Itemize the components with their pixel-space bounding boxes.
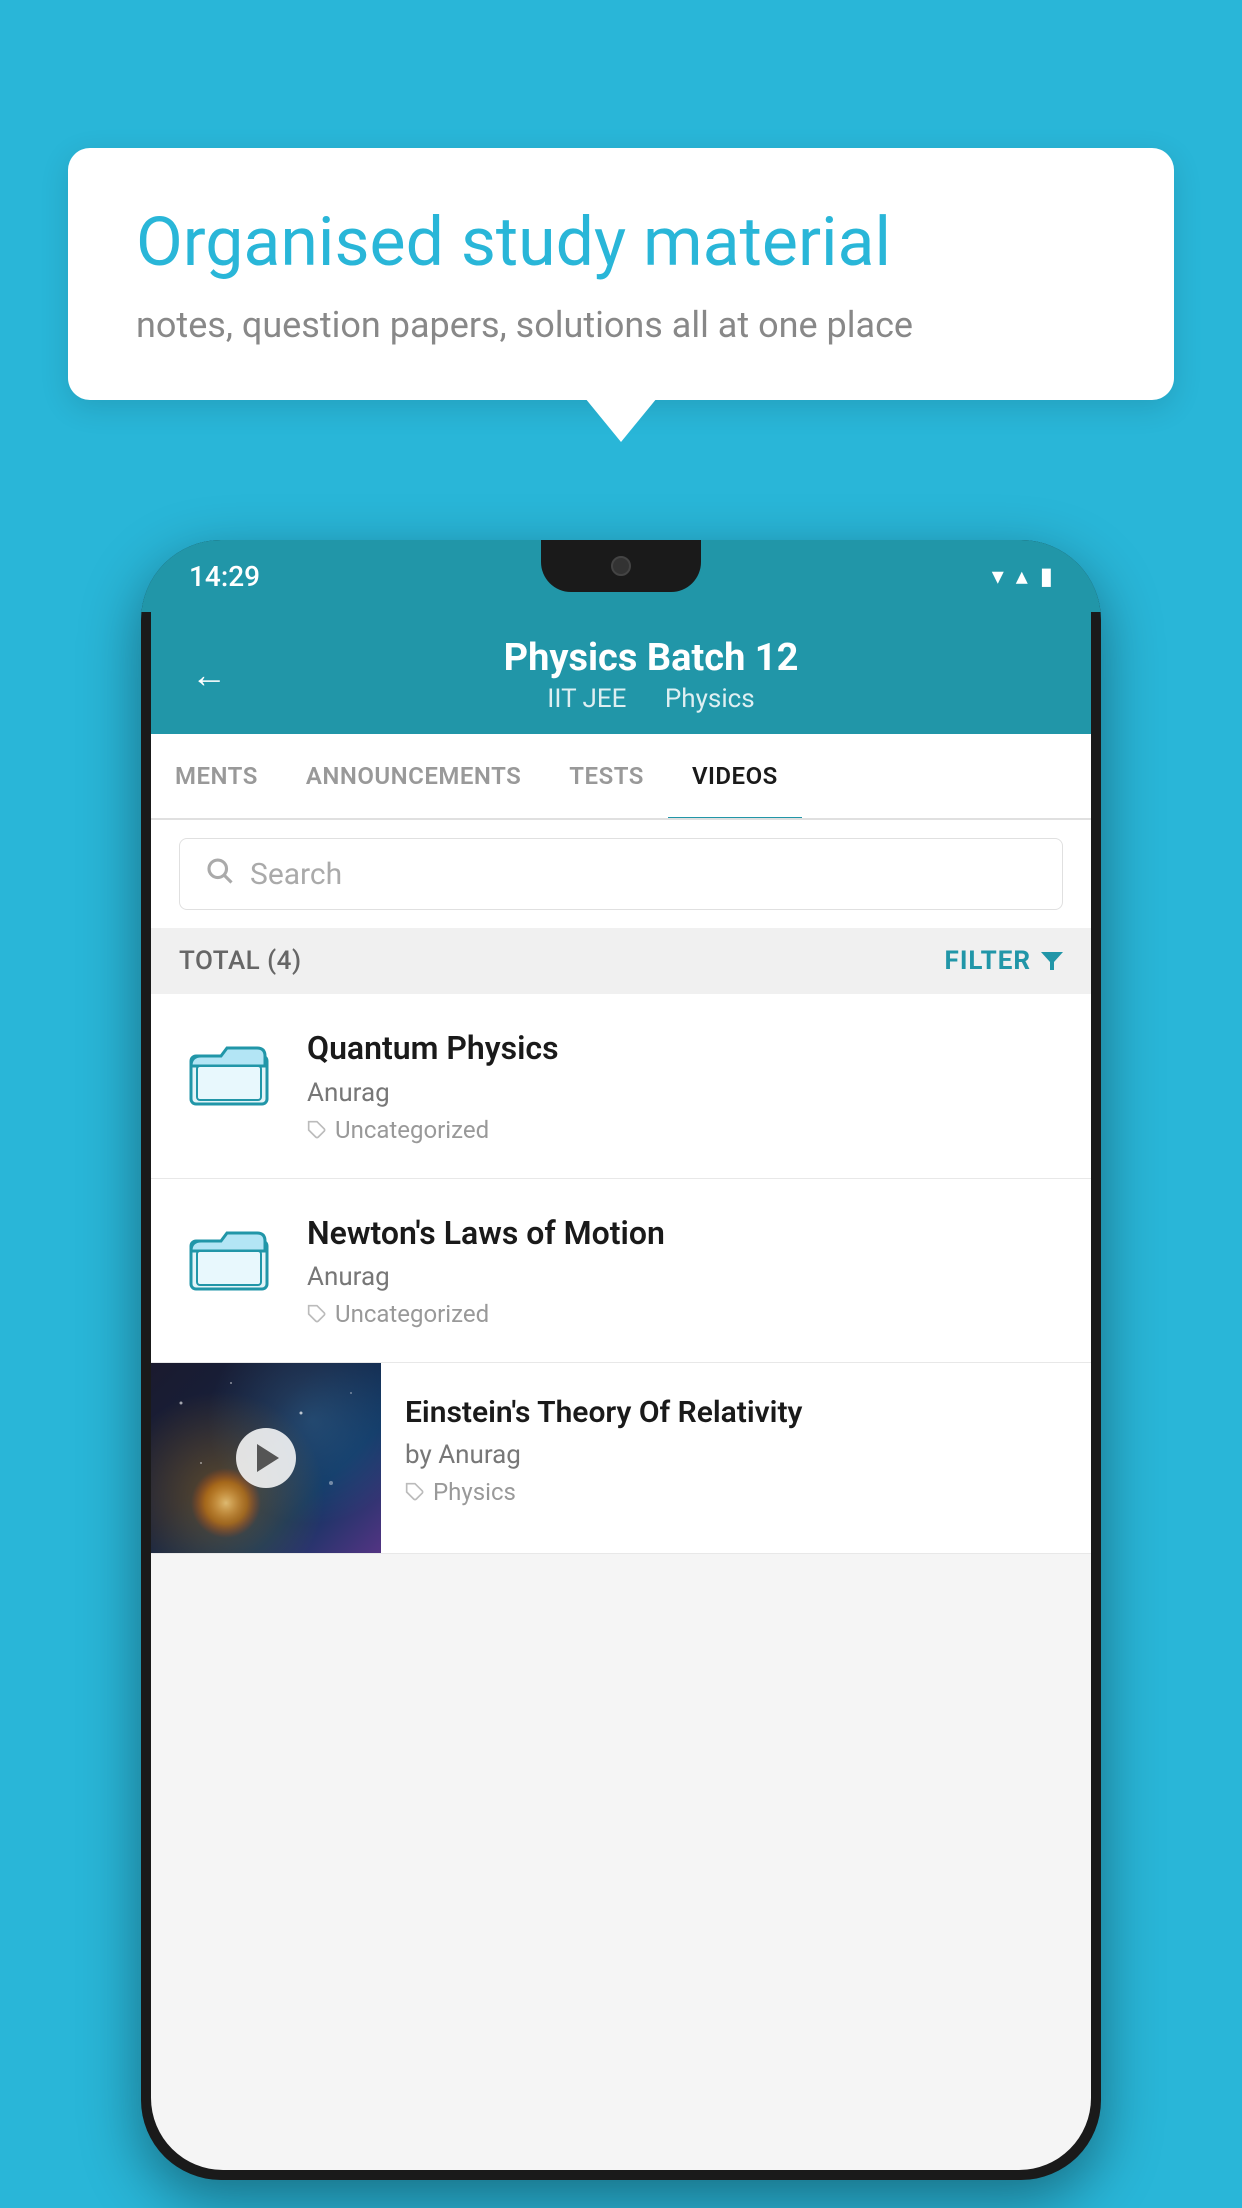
wifi-icon: ▾ [992,562,1004,590]
phone-screen: ← Physics Batch 12 IIT JEE Physics MENTS… [151,612,1091,2170]
filter-label: FILTER [945,946,1031,976]
video-title-1: Quantum Physics [307,1028,1063,1070]
search-placeholder: Search [250,857,342,892]
status-time: 14:29 [189,560,260,593]
battery-icon: ▮ [1040,562,1053,590]
signal-icon: ▴ [1016,562,1028,590]
play-icon [257,1444,279,1472]
search-bar[interactable]: Search [179,838,1063,910]
tab-announcements[interactable]: ANNOUNCEMENTS [282,734,545,818]
tag-icon [405,1482,425,1502]
batch-title: Physics Batch 12 [251,636,1051,680]
video-author-1: Anurag [307,1078,1063,1108]
video-tag-2: Uncategorized [307,1300,1063,1328]
play-button[interactable] [236,1428,296,1488]
subtitle-physics: Physics [665,684,755,714]
tabs-bar: MENTS ANNOUNCEMENTS TESTS VIDEOS [151,734,1091,820]
tag-label-2: Uncategorized [335,1300,489,1328]
video-tag-1: Uncategorized [307,1116,1063,1144]
video-title-2: Newton's Laws of Motion [307,1213,1063,1255]
filter-row: TOTAL (4) FILTER [151,928,1091,994]
list-item[interactable]: Einstein's Theory Of Relativity by Anura… [151,1363,1091,1554]
back-button[interactable]: ← [191,654,227,696]
tag-label-1: Uncategorized [335,1116,489,1144]
folder-icon [189,1038,269,1108]
video-author-3: by Anurag [405,1440,1067,1470]
video-info-1: Quantum Physics Anurag Uncategorized [307,1028,1063,1144]
video-info-2: Newton's Laws of Motion Anurag Uncategor… [307,1213,1063,1329]
filter-icon [1041,952,1063,970]
search-bar-container: Search [151,820,1091,928]
video-list: Quantum Physics Anurag Uncategorized [151,994,1091,1554]
total-count: TOTAL (4) [179,946,302,976]
video-tag-3: Physics [405,1478,1067,1506]
app-header: ← Physics Batch 12 IIT JEE Physics [151,612,1091,734]
tag-icon [307,1304,327,1324]
video-author-2: Anurag [307,1262,1063,1292]
tab-videos[interactable]: VIDEOS [668,734,802,818]
header-subtitle: IIT JEE Physics [251,684,1051,714]
bubble-subtitle: notes, question papers, solutions all at… [136,304,1106,346]
bubble-title: Organised study material [136,202,1106,284]
einstein-info: Einstein's Theory Of Relativity by Anura… [381,1363,1091,1536]
speech-bubble: Organised study material notes, question… [68,148,1174,400]
tab-tests[interactable]: TESTS [545,734,668,818]
list-item[interactable]: Quantum Physics Anurag Uncategorized [151,994,1091,1179]
list-item[interactable]: Newton's Laws of Motion Anurag Uncategor… [151,1179,1091,1364]
filter-button[interactable]: FILTER [945,946,1063,976]
notch [541,540,701,592]
tag-icon [307,1120,327,1140]
video-thumbnail-1 [179,1028,279,1118]
subtitle-iit: IIT JEE [547,684,626,714]
tab-ments[interactable]: MENTS [151,734,282,818]
video-thumbnail-2 [179,1213,279,1303]
einstein-thumbnail [151,1363,381,1553]
phone-frame: 14:29 ▾ ▴ ▮ ← Physics Batch 12 IIT JEE P… [141,540,1101,2180]
status-icons: ▾ ▴ ▮ [992,562,1053,590]
camera [611,556,631,576]
header-center: Physics Batch 12 IIT JEE Physics [251,636,1051,714]
search-icon [204,855,234,893]
video-title-3: Einstein's Theory Of Relativity [405,1393,1067,1432]
folder-icon [189,1223,269,1293]
tag-label-3: Physics [433,1478,516,1506]
